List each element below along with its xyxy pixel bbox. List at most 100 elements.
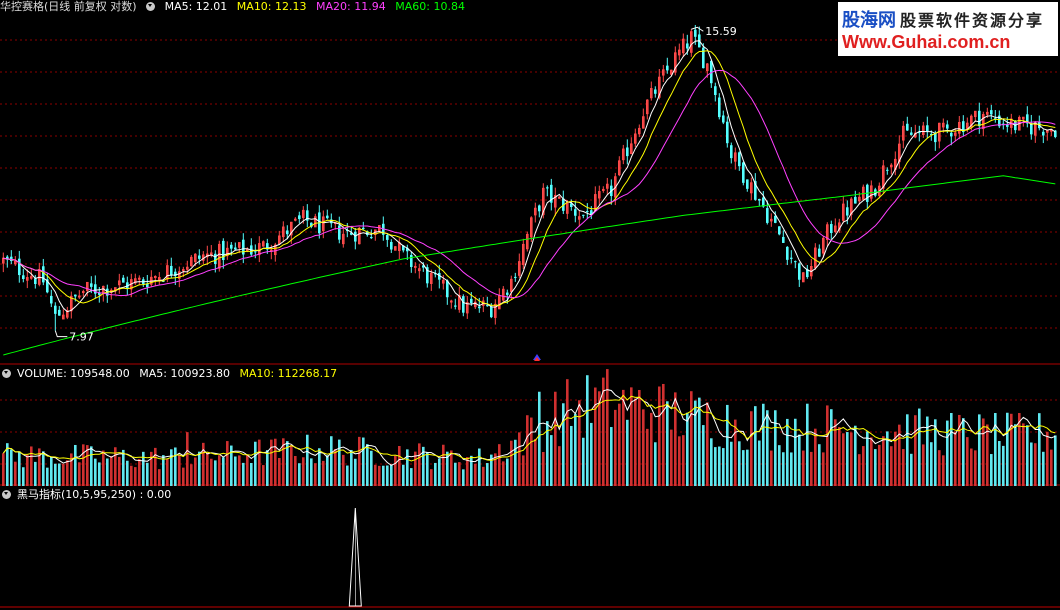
volume-bar [930, 442, 933, 486]
candle-body [486, 305, 489, 307]
candle-body [886, 169, 889, 171]
volume-bar [174, 447, 177, 486]
volume-bar [562, 403, 565, 486]
volume-bar [54, 463, 57, 486]
volume-bar [154, 447, 157, 486]
volume-bar [134, 467, 137, 486]
volume-bar [426, 452, 429, 486]
candle-body [286, 230, 289, 235]
volume-bar [722, 448, 725, 486]
high-label: 15.59 [705, 25, 737, 38]
ma20-label: MA20: 11.94 [316, 0, 386, 13]
candle-body [990, 110, 993, 115]
volume-bar [666, 401, 669, 486]
volume-bar [482, 466, 485, 486]
watermark-logo: 股海网 股票软件资源分享 Www.Guhai.com.cn [838, 2, 1058, 56]
volume-bar [570, 425, 573, 486]
volume-bar [858, 454, 861, 486]
candle-body [718, 97, 721, 118]
candle-body [230, 244, 233, 249]
candle-body [714, 86, 717, 96]
candle-body [18, 258, 21, 276]
chevron-down-icon[interactable] [146, 1, 156, 11]
volume-bar [170, 449, 173, 486]
candle-body [538, 205, 541, 212]
volume-bar [14, 461, 17, 486]
volume-bar [1026, 425, 1029, 486]
volume-bar [522, 455, 525, 486]
volume-bar [310, 458, 313, 486]
volume-ma10-label: MA10: 112268.17 [239, 367, 338, 380]
volume-bar [194, 457, 197, 486]
candle-body [766, 208, 769, 223]
volume-bar [242, 462, 245, 486]
volume-bar [330, 436, 333, 486]
volume-bar [402, 464, 405, 486]
volume-bar [750, 411, 753, 486]
candle-body [798, 263, 801, 280]
candle-body [34, 278, 37, 285]
volume-bar [530, 417, 533, 486]
volume-bar [754, 406, 757, 486]
volume-bar [818, 444, 821, 486]
volume-bar [614, 409, 617, 486]
candle-body [666, 65, 669, 71]
watermark-url: Www.Guhai.com.cn [842, 32, 1011, 52]
volume-bar [10, 449, 13, 486]
volume-bar [506, 458, 509, 486]
candle-body [722, 115, 725, 123]
volume-bar [918, 408, 921, 486]
candle-body [22, 275, 25, 280]
candle-body [574, 209, 577, 216]
volume-bar [290, 445, 293, 486]
volume-bar [342, 454, 345, 486]
volume-bar [250, 462, 253, 486]
volume-bar [262, 465, 265, 486]
candle-body [490, 306, 493, 318]
candle-body [626, 147, 629, 157]
volume-bar [990, 454, 993, 486]
volume-bar [834, 419, 837, 486]
volume-bar [258, 439, 261, 486]
volume-bar [782, 452, 785, 486]
volume-bar [326, 455, 329, 486]
chevron-down-icon[interactable] [2, 489, 11, 499]
volume-bar [878, 444, 881, 486]
volume-bar [802, 450, 805, 486]
candle-body [506, 292, 509, 295]
volume-bar [678, 436, 681, 486]
candle-body [90, 283, 93, 287]
volume-bar [454, 462, 457, 486]
volume-bar [218, 455, 221, 486]
volume-bar [798, 434, 801, 486]
volume-bar [670, 429, 673, 486]
volume-bar [158, 469, 161, 486]
candle-body [910, 132, 913, 135]
volume-bar [106, 458, 109, 486]
volume-bar [182, 467, 185, 486]
candle-body [42, 266, 45, 283]
candle-body [326, 215, 329, 219]
volume-bar [706, 402, 709, 486]
candle-body [694, 29, 697, 37]
candle-body [818, 248, 821, 257]
volume-bar [774, 410, 777, 486]
chevron-down-icon[interactable] [2, 368, 11, 378]
volume-bar [618, 403, 621, 486]
volume-bar [1010, 413, 1013, 486]
volume-bar [434, 462, 437, 486]
volume-panel-header: VOLUME: 109548.00 MA5: 100923.80 MA10: 1… [2, 367, 343, 381]
candle-body [746, 179, 749, 189]
volume-bar [698, 397, 701, 486]
volume-bar [314, 463, 317, 486]
volume-bar [882, 436, 885, 486]
volume-bar [378, 465, 381, 486]
ma60-label: MA60: 10.84 [395, 0, 465, 13]
candle-body [582, 214, 585, 216]
volume-bar [946, 420, 949, 486]
volume-bar [318, 448, 321, 486]
volume-bar [238, 455, 241, 486]
volume-bar [138, 459, 141, 486]
candle-body [854, 196, 857, 204]
candle-body [602, 188, 605, 191]
